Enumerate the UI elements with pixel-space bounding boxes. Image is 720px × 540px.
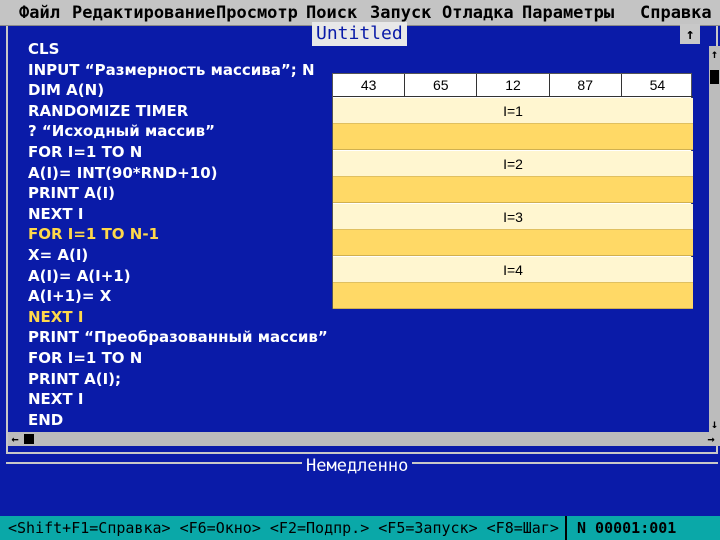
array-values-row: 43 65 12 87 54 — [333, 74, 694, 97]
code-line[interactable]: NEXT I — [28, 204, 338, 225]
vertical-scrollbar[interactable]: ↑ ↓ — [709, 46, 720, 432]
scroll-down-arrow-icon[interactable]: ↓ — [709, 416, 720, 432]
scroll-left-arrow-icon[interactable]: ← — [8, 432, 22, 446]
code-line[interactable]: PRINT A(I) — [28, 183, 338, 204]
scroll-up-arrow-icon[interactable]: ↑ — [709, 46, 720, 62]
horizontal-scrollbar[interactable]: ← → — [8, 432, 720, 446]
horizontal-scroll-thumb[interactable] — [24, 434, 34, 444]
code-line[interactable]: PRINT A(I); — [28, 369, 338, 390]
code-line[interactable]: A(I+1)= X — [28, 286, 338, 307]
code-line[interactable]: FOR I=1 TO N — [28, 348, 338, 369]
code-line[interactable]: NEXT I — [28, 307, 338, 328]
code-line[interactable]: FOR I=1 TO N — [28, 142, 338, 163]
code-line[interactable]: PRINT “Преобразованный массив” — [28, 327, 338, 348]
menu-view[interactable]: Просмотр — [216, 3, 298, 23]
code-line[interactable]: NEXT I — [28, 389, 338, 410]
iteration-band — [333, 177, 693, 203]
status-shortcuts[interactable]: <Shift+F1=Справка> <F6=Окно> <F2=Подпр.>… — [8, 516, 559, 540]
iteration-label: I=2 — [333, 151, 693, 177]
iteration-band — [333, 283, 693, 309]
immediate-window-title[interactable]: Немедленно — [302, 455, 413, 477]
code-line[interactable]: INPUT “Размерность массива”; N — [28, 60, 338, 81]
array-cell: 65 — [405, 74, 478, 97]
iteration-band — [333, 230, 693, 256]
menu-search[interactable]: Поиск — [306, 3, 357, 23]
code-line[interactable]: X= A(I) — [28, 245, 338, 266]
code-line[interactable]: DIM A(N) — [28, 80, 338, 101]
code-line[interactable]: CLS — [28, 39, 338, 60]
menu-run[interactable]: Запуск — [370, 3, 431, 23]
array-cell: 43 — [333, 74, 406, 97]
array-cell: 12 — [477, 74, 550, 97]
array-cell: 54 — [621, 74, 694, 97]
code-line[interactable]: ? “Исходный массив” — [28, 121, 338, 142]
array-swap-illustration: 43 65 12 87 54 I=1 I=2 I=3 I=4 — [332, 73, 694, 309]
maximize-button[interactable]: ↑ — [680, 24, 700, 44]
iteration-band — [333, 124, 693, 150]
code-area[interactable]: CLS INPUT “Размерность массива”; N DIM A(N… — [28, 39, 338, 430]
menu-debug[interactable]: Отладка — [442, 3, 514, 23]
menu-edit[interactable]: Редактирование — [72, 3, 215, 23]
status-bar: <Shift+F1=Справка> <F6=Окно> <F2=Подпр.>… — [0, 516, 720, 540]
code-line[interactable]: A(I)= INT(90*RND+10) — [28, 163, 338, 184]
cursor-position: N 00001:001 — [565, 516, 720, 540]
code-line[interactable]: A(I)= A(I+1) — [28, 266, 338, 287]
code-line[interactable]: RANDOMIZE TIMER — [28, 101, 338, 122]
code-line[interactable]: FOR I=1 TO N-1 — [28, 224, 338, 245]
code-line[interactable]: END — [28, 410, 338, 431]
menu-options[interactable]: Параметры — [522, 3, 614, 23]
menu-file[interactable]: Файл — [19, 3, 60, 23]
menu-help[interactable]: Справка — [640, 3, 712, 23]
array-cell: 87 — [549, 74, 622, 97]
scroll-right-arrow-icon[interactable]: → — [704, 432, 718, 446]
iteration-label: I=4 — [333, 257, 693, 283]
iteration-label: I=1 — [333, 98, 693, 124]
vertical-scroll-thumb[interactable] — [710, 70, 719, 84]
iteration-label: I=3 — [333, 204, 693, 230]
